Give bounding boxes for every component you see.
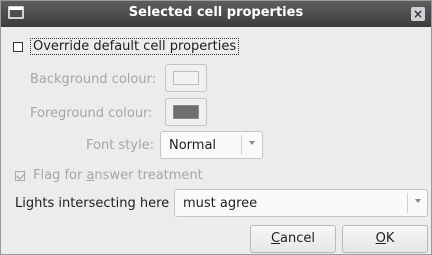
font-style-label: Font style:: [86, 138, 154, 153]
lights-label-text: Lights intersecting here: [15, 196, 170, 211]
flag-answer-checkbox[interactable]: [15, 170, 25, 181]
foreground-colour-button[interactable]: [165, 98, 207, 126]
chevron-down-icon: [415, 199, 421, 203]
flag-answer-checkbox-row[interactable]: Flag for answer treatment: [15, 168, 203, 183]
title-bar: Selected cell properties ×: [1, 1, 431, 27]
foreground-colour-swatch: [173, 105, 199, 119]
font-style-separator: [241, 135, 242, 155]
chevron-down-icon: [249, 141, 255, 145]
override-checkbox[interactable]: [13, 41, 23, 52]
background-colour-label: Background colour:: [30, 72, 156, 87]
font-style-select[interactable]: Normal: [160, 131, 263, 159]
dialog-window: Selected cell properties × Override defa…: [0, 0, 432, 255]
close-icon[interactable]: ×: [411, 7, 425, 21]
override-checkbox-row[interactable]: Override default cell properties: [13, 38, 240, 55]
font-style-label-text: Font style:: [86, 138, 154, 153]
lights-label: Lights intersecting here: [15, 196, 169, 211]
font-style-value: Normal: [169, 138, 217, 153]
override-checkbox-label: Override default cell properties: [29, 38, 240, 55]
ok-button[interactable]: OK: [342, 225, 428, 253]
lights-select[interactable]: must agree: [174, 189, 428, 217]
foreground-colour-label-text: Foreground colour:: [30, 106, 153, 121]
flag-answer-label: Flag for answer treatment: [33, 168, 203, 183]
foreground-colour-label: Foreground colour:: [30, 106, 153, 121]
background-colour-label-text: Background colour:: [30, 72, 157, 87]
dialog-title: Selected cell properties: [128, 5, 304, 20]
background-colour-swatch: [173, 71, 199, 85]
cancel-button[interactable]: Cancel: [250, 225, 336, 253]
background-colour-button[interactable]: [165, 64, 207, 92]
lights-value: must agree: [183, 196, 258, 211]
lights-separator: [407, 193, 408, 213]
